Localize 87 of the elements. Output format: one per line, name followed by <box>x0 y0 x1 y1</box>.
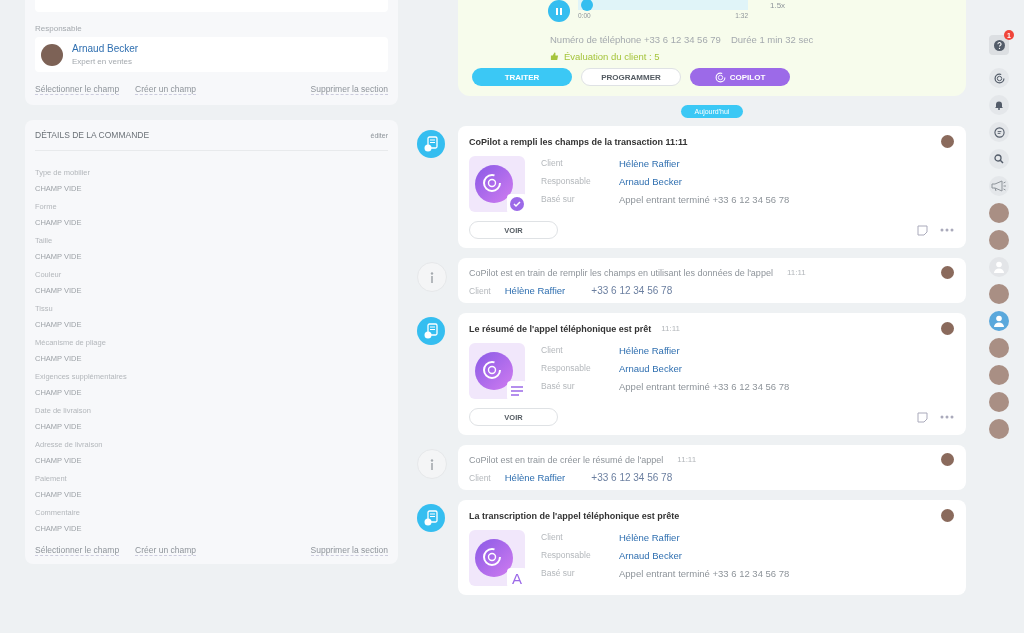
document-icon <box>423 510 439 526</box>
avatar[interactable] <box>989 392 1009 412</box>
client-link[interactable]: Hélène Raffier <box>504 285 566 296</box>
more-icon[interactable] <box>940 415 954 419</box>
info-icon <box>417 449 447 479</box>
chat-icon[interactable] <box>989 122 1009 142</box>
field-label: Responsable <box>541 550 592 561</box>
more-icon[interactable] <box>940 228 954 232</box>
copilot-icon[interactable] <box>989 68 1009 88</box>
copilot-logo <box>475 539 513 577</box>
field-label: Client <box>541 158 564 169</box>
audio-thumb[interactable] <box>580 0 593 11</box>
avatar <box>941 266 954 279</box>
avatar <box>941 509 954 522</box>
info-icon <box>417 262 447 292</box>
avatar[interactable] <box>989 419 1009 439</box>
copilot-logo <box>475 165 513 203</box>
action-button[interactable]: PROGRAMMER <box>581 68 681 86</box>
section-title: DÉTAILS DE LA COMMANDE <box>35 130 150 140</box>
field-label: Client <box>541 345 564 356</box>
audio-track[interactable] <box>578 0 748 10</box>
avatar[interactable] <box>989 284 1009 304</box>
note-icon[interactable] <box>917 224 928 236</box>
info-time: 11:11 <box>786 268 806 277</box>
action-link[interactable]: Créer un champ <box>135 84 197 95</box>
help-icon <box>993 39 1005 51</box>
phone-number: +33 6 12 34 56 78 <box>591 472 673 483</box>
pause-button[interactable] <box>548 0 570 22</box>
copilot-icon <box>714 71 726 83</box>
delete-link[interactable]: Supprimer la section <box>310 545 388 556</box>
field-label: Basé sur <box>541 568 576 579</box>
action-link[interactable]: Créer un champ <box>135 545 197 556</box>
field-label: Basé sur <box>541 194 576 205</box>
field-link[interactable]: Arnaud Becker <box>619 550 790 561</box>
event-title: La transcription de l'appel téléphonique est prête <box>469 510 680 521</box>
field-label: Basé sur <box>541 381 576 392</box>
user-avatar-icon[interactable] <box>989 311 1009 331</box>
field-link[interactable]: Arnaud Becker <box>619 176 790 187</box>
document-icon <box>423 323 439 339</box>
avatar[interactable] <box>989 203 1009 223</box>
avatar <box>941 135 954 148</box>
copilot-logo <box>475 352 513 390</box>
client-link[interactable]: Hélène Raffier <box>504 472 566 483</box>
field-value: Appel entrant terminé +33 6 12 34 56 78 <box>619 381 790 392</box>
delete-link[interactable]: Supprimer la section <box>310 84 388 95</box>
bell-icon[interactable] <box>989 95 1009 115</box>
avatar <box>941 453 954 466</box>
note-icon[interactable] <box>917 411 928 423</box>
field-label: Responsable <box>541 176 592 187</box>
phone-number: Numéro de téléphone +33 6 12 34 56 79 <box>550 34 721 45</box>
event-title: CoPilot a rempli les champs de la transaction 11:11 <box>469 136 688 147</box>
person-role: Expert en ventes <box>72 57 134 66</box>
avatar[interactable] <box>989 365 1009 385</box>
field-value: Appel entrant terminé +33 6 12 34 56 78 <box>619 568 790 579</box>
event-title: Le résumé de l'appel téléphonique est prêt <box>469 323 652 334</box>
field-value: Appel entrant terminé +33 6 12 34 56 78 <box>619 194 790 205</box>
field-link[interactable]: Hélène Raffier <box>619 158 790 169</box>
letter-badge: A <box>507 568 527 588</box>
action-link[interactable]: Sélectionner le champ <box>35 545 120 556</box>
phone-number: +33 6 12 34 56 78 <box>591 285 673 296</box>
field-label: Client <box>469 285 491 296</box>
avatar <box>41 43 63 66</box>
avatar[interactable] <box>989 338 1009 358</box>
field-link[interactable]: Hélène Raffier <box>619 345 790 356</box>
copilot-button[interactable]: COPILOT <box>690 68 790 86</box>
field-label: Responsable <box>35 24 83 33</box>
field-label: Client <box>469 472 491 483</box>
event-time: 11:11 <box>661 324 681 333</box>
info-time: 11:11 <box>677 455 697 464</box>
call-duration: Durée 1 min 32 sec <box>730 34 814 45</box>
avatar <box>941 322 954 335</box>
help-button[interactable] <box>989 35 1009 55</box>
avatar[interactable] <box>989 230 1009 250</box>
search-icon[interactable] <box>989 149 1009 169</box>
info-text: CoPilot est en train de remplir les champs en utilisant les données de l'appel <box>469 267 773 278</box>
field-link[interactable]: Arnaud Becker <box>619 363 790 374</box>
megaphone-icon[interactable] <box>989 176 1009 196</box>
field-label: Client <box>541 532 564 543</box>
thumbs-up-icon <box>550 52 559 61</box>
document-icon <box>423 136 439 152</box>
field-label: Responsable <box>541 363 592 374</box>
client-rating: Évaluation du client : 5 <box>564 51 660 62</box>
action-link[interactable]: Sélectionner le champ <box>35 84 120 95</box>
speed-label[interactable]: 1.5x <box>770 1 786 10</box>
field-link[interactable]: Hélène Raffier <box>619 532 790 543</box>
info-text: CoPilot est en train de créer le résumé de l'appel <box>469 454 664 465</box>
person-name[interactable]: Arnaud Becker <box>72 43 139 54</box>
